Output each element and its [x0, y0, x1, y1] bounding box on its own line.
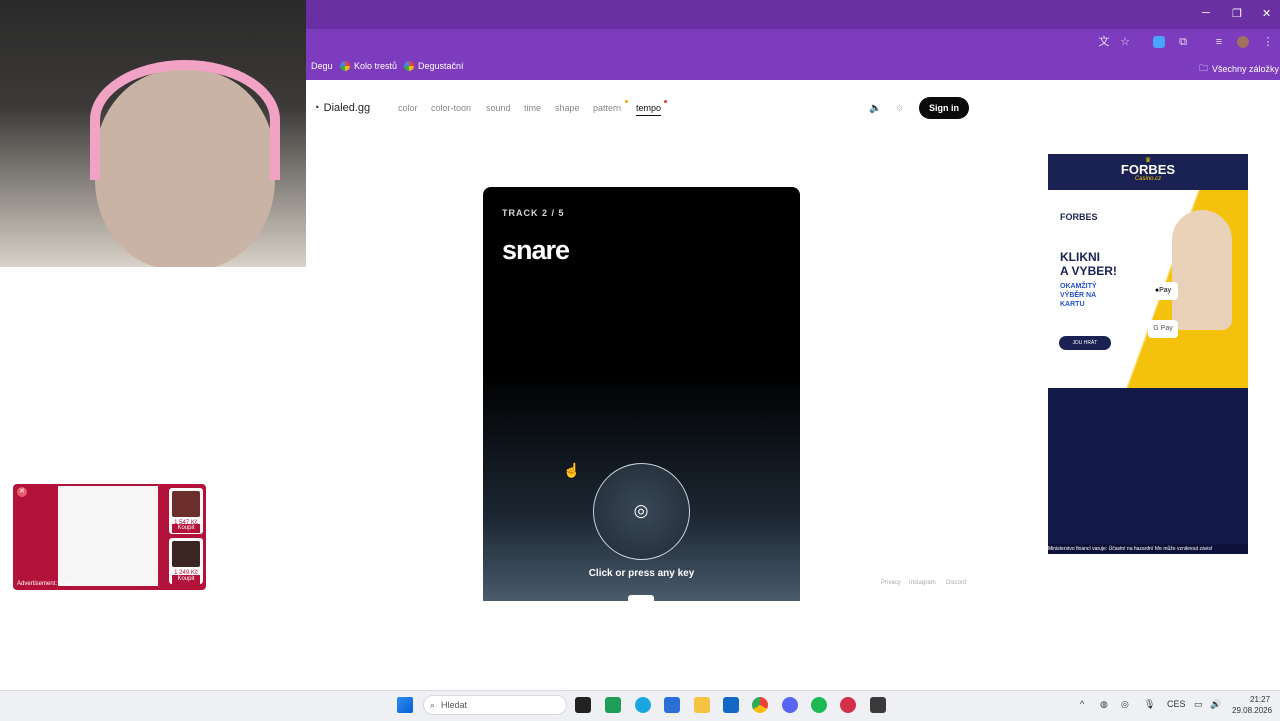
- ad-brand-sub: Casino.cz: [1134, 176, 1162, 182]
- apple-pay-label: Pay: [1159, 287, 1172, 294]
- tray-app-icon[interactable]: ◍: [1100, 699, 1108, 710]
- hand-cursor-icon: ☝: [563, 462, 581, 478]
- ad-cta-button[interactable]: JDU HRÁT: [1059, 336, 1111, 350]
- network-icon[interactable]: ▭: [1194, 699, 1203, 710]
- taskbar-search[interactable]: ⌕ Hledat: [423, 695, 567, 715]
- chrome-icon[interactable]: [752, 697, 768, 713]
- all-bookmarks-button[interactable]: 🗀 Všechny záložky: [1199, 61, 1279, 77]
- bookmark-label: Kolo trestů: [354, 61, 398, 71]
- sound-name-title: snare: [502, 235, 570, 265]
- dial-target-icon: ◎: [633, 501, 649, 520]
- ad-sub-1: OKAMŽITÝ: [1060, 283, 1097, 290]
- edge-icon[interactable]: [635, 697, 651, 713]
- video-advertisement[interactable]: ✕ 1 547 Kč Koupit 1 249 Kč Koupit Advert…: [13, 484, 206, 590]
- file-explorer-icon[interactable]: [694, 697, 710, 713]
- clock-time[interactable]: 21:27: [1250, 695, 1270, 704]
- bookmark-label: Degu: [311, 61, 333, 71]
- extensions-puzzle-icon[interactable]: ⧉: [1177, 36, 1189, 48]
- ad-timer-label: Advertisement: 0:00: [17, 581, 71, 587]
- app-icon[interactable]: [870, 697, 886, 713]
- profile-avatar[interactable]: [1237, 36, 1249, 48]
- bookmark-star-icon[interactable]: ☆: [1119, 36, 1131, 48]
- new-dot-indicator: [625, 100, 628, 103]
- logo-text: Dialed.gg: [323, 102, 371, 114]
- outlook-icon[interactable]: [723, 697, 739, 713]
- search-icon: ⌕: [430, 699, 436, 710]
- ad-sub-3: KARTU: [1060, 301, 1085, 308]
- nav-tempo[interactable]: tempo: [636, 103, 662, 116]
- ad-headline-2: A VYBER!: [1060, 264, 1117, 278]
- footer-discord-link[interactable]: Discord: [946, 580, 966, 586]
- ad-banner-brand: FORBES: [1060, 212, 1098, 222]
- minimize-button[interactable]: ─: [1202, 7, 1210, 19]
- nav-pattern[interactable]: pattern: [593, 103, 621, 113]
- volume-icon[interactable]: 🔊: [1210, 699, 1221, 710]
- close-window-button[interactable]: ✕: [1262, 7, 1271, 20]
- restore-button[interactable]: ❐: [1232, 7, 1242, 20]
- ad-buy-button-2[interactable]: Koupit: [172, 575, 200, 584]
- extension-icon[interactable]: [1153, 36, 1165, 48]
- tap-prompt: Click or press any key: [588, 568, 695, 579]
- site-logo[interactable]: ◔ Dialed.gg: [313, 102, 370, 114]
- track-counter: TRACK 2 / 5: [502, 208, 565, 218]
- ad-sub-2: VÝBĚR NA: [1060, 292, 1097, 299]
- search-placeholder: Hledat: [441, 700, 468, 710]
- footer-instagram-link[interactable]: Instagram: [909, 580, 936, 586]
- all-bookmarks-label: Všechny záložky: [1212, 64, 1280, 74]
- google-pay-badge: G Pay: [1148, 320, 1178, 338]
- bookmark-kolo-trestu[interactable]: Kolo trestů: [340, 61, 397, 71]
- nav-sound[interactable]: sound: [486, 103, 511, 113]
- volume-icon[interactable]: 🔈: [869, 103, 881, 114]
- footer-privacy-link[interactable]: Privacy: [881, 580, 901, 586]
- nav-color-toon[interactable]: color-toon: [431, 103, 471, 113]
- ad-model-figure: [1172, 210, 1232, 330]
- dial-icon: ◔: [313, 102, 320, 114]
- ad-chat-preview: [58, 486, 158, 586]
- casino-advertisement[interactable]: ♛ FORBES Casino.cz FORBES KLIKNI A VYBER…: [1048, 154, 1248, 554]
- chrome-favicon-icon: [404, 61, 414, 71]
- shoe-image: [172, 541, 200, 567]
- tray-app-icon[interactable]: ◎: [1121, 699, 1129, 710]
- translate-icon[interactable]: 文: [1098, 36, 1110, 48]
- nav-time[interactable]: time: [524, 103, 541, 113]
- app-icon[interactable]: [605, 697, 621, 713]
- ad-headline-1: KLIKNI: [1060, 250, 1100, 264]
- ad-header: ♛ FORBES Casino.cz: [1048, 154, 1248, 190]
- discord-icon[interactable]: [782, 697, 798, 713]
- ad-brand: FORBES: [1120, 162, 1176, 177]
- card-handle[interactable]: [628, 595, 654, 601]
- media-control-icon[interactable]: ≡: [1213, 36, 1225, 48]
- sign-in-button[interactable]: Sign in: [919, 97, 969, 119]
- task-view-icon[interactable]: [575, 697, 591, 713]
- nav-shape[interactable]: shape: [555, 103, 580, 113]
- shoe-image: [172, 491, 200, 517]
- gambling-warning: Ministerstvo financí varuje: Účastní na …: [1048, 544, 1248, 554]
- folder-icon: 🗀: [1199, 63, 1209, 73]
- bookmark-label: Degustační: [418, 61, 464, 71]
- apple-pay-badge: ●Pay: [1148, 282, 1178, 300]
- ad-buy-button-1[interactable]: Koupit: [172, 524, 200, 533]
- app-icon[interactable]: [840, 697, 856, 713]
- tray-chevron-icon[interactable]: ^: [1080, 699, 1084, 709]
- bookmark-degu[interactable]: Degu: [311, 61, 333, 71]
- nav-color[interactable]: color: [398, 103, 418, 113]
- webcam-overlay: [0, 0, 306, 267]
- spotify-icon[interactable]: [811, 697, 827, 713]
- chrome-favicon-icon: [340, 61, 350, 71]
- store-icon[interactable]: [664, 697, 680, 713]
- headphones: [90, 60, 280, 180]
- bookmark-degustacni[interactable]: Degustační: [404, 61, 464, 71]
- theme-toggle-icon[interactable]: ☼: [895, 102, 904, 113]
- microphone-icon[interactable]: 🎙: [1144, 699, 1155, 710]
- close-ad-icon[interactable]: ✕: [17, 487, 27, 497]
- browser-menu-icon[interactable]: ⋮: [1262, 36, 1274, 48]
- new-dot-indicator: [664, 100, 667, 103]
- windows-start-icon[interactable]: [397, 697, 413, 713]
- clock-date[interactable]: 29.08.2026: [1232, 706, 1272, 715]
- input-language[interactable]: CES: [1167, 699, 1186, 709]
- game-card[interactable]: TRACK 2 / 5 snare ◎ Click or press any k…: [483, 187, 800, 601]
- ad-banner: FORBES KLIKNI A VYBER! OKAMŽITÝ VÝBĚR NA…: [1048, 190, 1248, 388]
